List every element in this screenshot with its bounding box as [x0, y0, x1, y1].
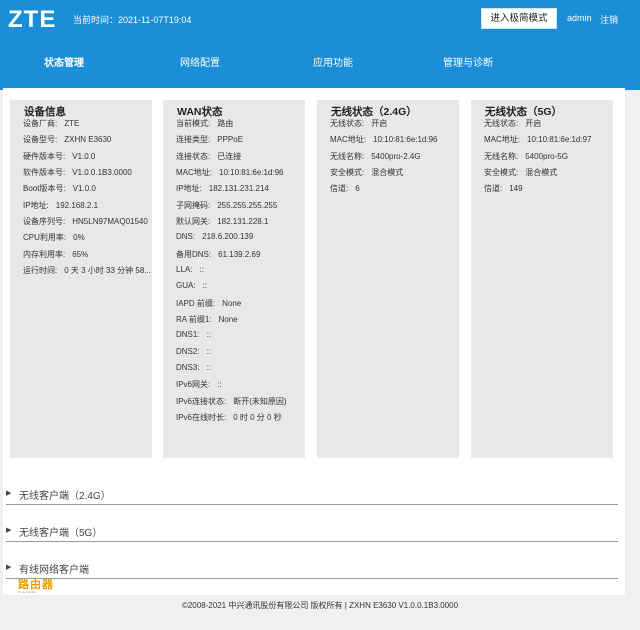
info-row: 无线状态: 开启 — [484, 119, 542, 128]
nav-application-features[interactable]: 应用功能 — [313, 54, 353, 69]
section-label: 无线客户端（5G） — [19, 528, 103, 539]
info-row: 安全模式: 混合模式 — [330, 168, 404, 177]
info-row: 硬件版本号: V1.0.0 — [23, 152, 96, 161]
info-row: LLA::: — [176, 265, 204, 274]
panel-title: 无线状态（2.4G） — [331, 106, 417, 118]
info-row: IP地址: 182.131.231.214 — [176, 184, 269, 193]
info-row: 当前模式: 路由 — [176, 119, 234, 128]
info-row: 子网掩码: 255.255.255.255 — [176, 201, 278, 210]
info-row: 无线状态: 开启 — [330, 119, 388, 128]
wireless-clients-2g-section[interactable]: ▶ 无线客户端（2.4G） — [6, 485, 618, 505]
info-row: 内存利用率: 65% — [23, 250, 89, 259]
section-label: 无线客户端（2.4G） — [19, 491, 111, 502]
panel-title: 无线状态（5G） — [485, 106, 563, 118]
info-row: IAPD 前缀: None — [176, 299, 242, 308]
info-row: MAC地址: 10:10:81:6e:1d:96 — [176, 168, 284, 177]
panel-title: 设备信息 — [24, 106, 66, 118]
info-row: 无线名称: 5400pro-2.4G — [330, 152, 421, 161]
info-row: Boot版本号: V1.0.0 — [23, 184, 96, 193]
info-row: IP地址: 192.168.2.1 — [23, 201, 99, 210]
info-row: 备用DNS: 61.139.2.69 — [176, 250, 261, 259]
info-row: 连接类型: PPPoE — [176, 135, 244, 144]
nav-status-management[interactable]: 状态管理 — [44, 54, 84, 69]
info-row: 默认网关: 182.131.228.1 — [176, 217, 269, 226]
info-row: 信道: 6 — [330, 184, 360, 193]
info-row: 设备型号: ZXHN E3630 — [23, 135, 112, 144]
info-row: 设备序列号: HN5LN97MAQ01540 — [23, 217, 148, 226]
info-row: IPv6网关::: — [176, 380, 222, 389]
current-time: 当前时间：2021-11-07T19:04 — [73, 15, 192, 25]
info-row: 无线名称: 5400pro-5G — [484, 152, 568, 161]
info-row: DNS1::: — [176, 330, 212, 339]
info-row: MAC地址: 10:10:81:6e:1d:97 — [484, 135, 592, 144]
watermark-logo: 路由器 Router Guide — [18, 576, 58, 596]
header-bar: ZTE 当前时间：2021-11-07T19:04 进入极简模式 admin 注… — [0, 0, 640, 90]
info-row: IPv6在线时长: 0 时 0 分 0 秒 — [176, 413, 282, 422]
logout-link[interactable]: 注销 — [600, 13, 618, 26]
device-info-panel: 设备信息 设备厂商: ZTE 设备型号: ZXHN E3630 硬件版本号: V1.0… — [10, 100, 152, 458]
zte-logo: ZTE — [8, 6, 57, 33]
nav-network-config[interactable]: 网络配置 — [180, 54, 220, 69]
caret-right-icon: ▶ — [6, 490, 12, 497]
info-row: 连接状态: 已连接 — [176, 152, 242, 161]
wan-status-panel: WAN状态 当前模式: 路由 连接类型: PPPoE 连接状态: 已连接 MAC地址:… — [163, 100, 305, 458]
wireless-5g-status-panel: 无线状态（5G） 无线状态: 开启 MAC地址: 10:10:81:6e:1d:97… — [471, 100, 613, 458]
info-row: 软件版本号: V1.0.0.1B3.0000 — [23, 168, 132, 177]
wireless-clients-5g-section[interactable]: ▶ 无线客户端（5G） — [6, 522, 618, 542]
info-row: IPv6连接状态: 断开(未知原因) — [176, 397, 287, 406]
info-row: DNS: 218.6.200.139 — [176, 232, 254, 241]
info-row: GUA::: — [176, 281, 208, 290]
info-row: CPU利用率: 0% — [23, 233, 85, 242]
username-label: admin — [567, 13, 592, 23]
panel-title: WAN状态 — [177, 106, 223, 118]
info-row: 设备厂商: ZTE — [23, 119, 80, 128]
wired-clients-section[interactable]: ▶ 有线网络客户端 — [6, 559, 618, 579]
watermark-subtext: Router Guide — [18, 590, 36, 594]
info-row: 安全模式: 混合模式 — [484, 168, 558, 177]
info-row: 运行时间: 0 天 3 小时 33 分钟 58... — [23, 266, 151, 275]
info-row: RA 前缀1: None — [176, 315, 238, 324]
info-row: 信道: 149 — [484, 184, 523, 193]
simple-mode-button[interactable]: 进入极简模式 — [481, 8, 557, 29]
info-row: DNS3::: — [176, 363, 212, 372]
wireless-2g-status-panel: 无线状态（2.4G） 无线状态: 开启 MAC地址: 10:10:81:6e:1d:… — [317, 100, 459, 458]
nav-management-diagnostics[interactable]: 管理与诊断 — [443, 54, 493, 69]
caret-right-icon: ▶ — [6, 564, 12, 571]
footer-copyright: ©2008-2021 中兴通讯股份有限公司 版权所有 | ZXHN E3630 … — [181, 601, 459, 610]
caret-right-icon: ▶ — [6, 527, 12, 534]
info-row: MAC地址: 10:10:81:6e:1d:96 — [330, 135, 438, 144]
section-label: 有线网络客户端 — [19, 565, 89, 576]
info-row: DNS2::: — [176, 347, 212, 356]
